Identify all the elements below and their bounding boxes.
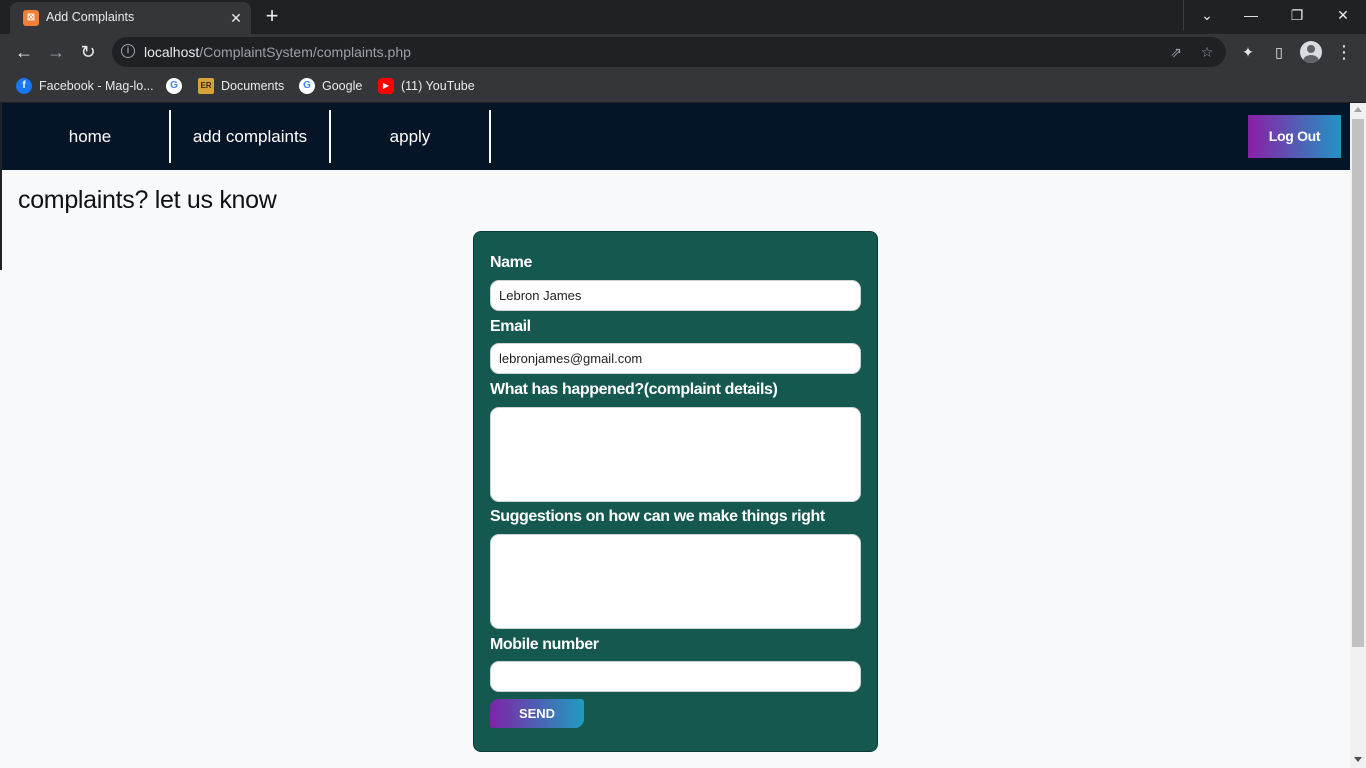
restore-window-button[interactable]: ❐ xyxy=(1274,0,1320,30)
scroll-up-arrow-icon[interactable] xyxy=(1354,107,1362,112)
nav-divider xyxy=(489,110,491,163)
folder-icon: ER xyxy=(198,78,214,94)
mobile-number-input[interactable] xyxy=(490,661,861,692)
bookmark-label: Google xyxy=(322,79,363,93)
share-icon[interactable]: ⇗ xyxy=(1167,43,1185,61)
complaint-form: Name Email What has happened?(complaint … xyxy=(473,231,878,752)
email-label: Email xyxy=(490,318,531,335)
name-input[interactable] xyxy=(490,280,861,311)
bookmark-google-icon-only[interactable]: G xyxy=(166,76,189,96)
bookmark-documents[interactable]: ER Documents xyxy=(198,76,284,96)
youtube-icon: ▶ xyxy=(378,78,394,94)
tab-search-chevron-icon[interactable]: ⌄ xyxy=(1184,0,1230,30)
bookmark-facebook[interactable]: f Facebook - Mag-lo... xyxy=(16,76,154,96)
bookmark-label: (11) YouTube xyxy=(401,79,475,93)
bookmark-youtube[interactable]: ▶ (11) YouTube xyxy=(378,76,475,96)
nav-link-apply[interactable]: apply xyxy=(330,110,490,163)
browser-menu-icon[interactable]: ⋮ xyxy=(1334,42,1354,62)
browser-titlebar: ⊠ Add Complaints ✕ + ⌄ — ❐ ✕ xyxy=(0,0,1366,34)
nav-link-home[interactable]: home xyxy=(10,110,170,163)
bookmark-label: Facebook - Mag-lo... xyxy=(39,79,154,93)
new-tab-button[interactable]: + xyxy=(259,5,285,29)
close-window-button[interactable]: ✕ xyxy=(1320,0,1366,30)
browser-toolbar: ← → ↻ i localhost/ComplaintSystem/compla… xyxy=(0,34,1366,70)
forward-arrow-icon[interactable]: → xyxy=(42,38,70,66)
suggestions-label: Suggestions on how can we make things ri… xyxy=(490,508,825,525)
extensions-puzzle-icon[interactable]: ✦ xyxy=(1238,42,1258,62)
bookmarks-bar: f Facebook - Mag-lo... G ER Documents G … xyxy=(0,70,1366,103)
url-host: localhost xyxy=(144,44,200,60)
address-bar[interactable]: i localhost/ComplaintSystem/complaints.p… xyxy=(112,37,1226,67)
logout-button[interactable]: Log Out xyxy=(1248,115,1341,158)
site-info-icon[interactable]: i xyxy=(121,44,135,58)
complaint-details-label: What has happened?(complaint details) xyxy=(490,381,778,398)
name-label: Name xyxy=(490,254,532,271)
google-icon: G xyxy=(299,78,315,94)
mobile-number-label: Mobile number xyxy=(490,636,599,653)
reload-icon[interactable]: ↻ xyxy=(74,38,102,66)
bookmark-google[interactable]: G Google xyxy=(299,76,362,96)
scroll-down-arrow-icon[interactable] xyxy=(1354,757,1362,762)
email-input[interactable] xyxy=(490,343,861,374)
bookmark-label: Documents xyxy=(221,79,285,93)
suggestions-textarea[interactable] xyxy=(490,534,861,629)
browser-tab-active[interactable]: ⊠ Add Complaints ✕ xyxy=(10,2,251,34)
facebook-icon: f xyxy=(16,78,32,94)
nav-link-add-complaints[interactable]: add complaints xyxy=(170,110,330,163)
tab-title: Add Complaints xyxy=(46,10,135,24)
back-arrow-icon[interactable]: ← xyxy=(10,38,38,66)
profile-avatar-icon[interactable] xyxy=(1300,41,1322,63)
google-icon: G xyxy=(166,78,182,94)
site-navbar: home add complaints apply Log Out xyxy=(2,103,1350,170)
send-button[interactable]: SEND xyxy=(490,699,584,728)
page-viewport: home add complaints apply Log Out compla… xyxy=(0,103,1366,768)
bookmark-star-icon[interactable]: ☆ xyxy=(1198,43,1216,61)
xampp-favicon-icon: ⊠ xyxy=(23,10,39,26)
side-panel-icon[interactable]: ▯ xyxy=(1269,42,1289,62)
minimize-window-button[interactable]: — xyxy=(1228,0,1274,30)
scrollbar-thumb[interactable] xyxy=(1352,119,1364,647)
complaint-details-textarea[interactable] xyxy=(490,407,861,502)
address-url[interactable]: localhost/ComplaintSystem/complaints.php xyxy=(144,44,411,60)
page-title: complaints? let us know xyxy=(18,186,277,214)
page-scrollbar[interactable] xyxy=(1350,103,1366,768)
url-path: /ComplaintSystem/complaints.php xyxy=(199,44,411,60)
tab-close-icon[interactable]: ✕ xyxy=(226,8,246,28)
